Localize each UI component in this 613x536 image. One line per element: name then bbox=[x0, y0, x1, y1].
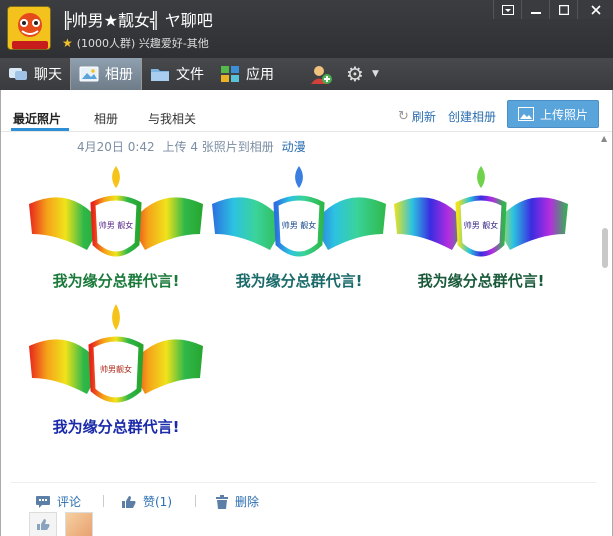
emblem-image: 帅男靓女 我为缘分总群代言! bbox=[29, 304, 203, 436]
emblem-caption: 我为缘分总群代言! bbox=[236, 272, 363, 290]
maximize-button[interactable] bbox=[549, 0, 577, 19]
active-tab-indicator bbox=[11, 128, 69, 131]
post-actions: 评论 赞(1) 删除 bbox=[11, 482, 596, 512]
divider bbox=[103, 495, 104, 507]
emblem-banner: 帅男 靓女 bbox=[282, 220, 317, 230]
minimize-button[interactable] bbox=[521, 0, 549, 19]
comment-label: 评论 bbox=[57, 495, 82, 509]
emblem-image: 帅男 靓女 我为缘分总群代言! bbox=[29, 166, 203, 290]
refresh-label: 刷新 bbox=[411, 110, 436, 124]
divider bbox=[195, 495, 196, 507]
close-button[interactable] bbox=[577, 0, 613, 19]
invite-member-button[interactable] bbox=[302, 58, 338, 90]
trash-icon bbox=[216, 494, 228, 509]
photo-thumbnail-4[interactable]: 帅男靓女 我为缘分总群代言! bbox=[27, 302, 205, 444]
post-album-link[interactable]: 动漫 bbox=[282, 140, 306, 154]
scroll-thumb[interactable] bbox=[602, 228, 608, 268]
chevron-down-icon: ▼ bbox=[372, 69, 379, 79]
emblem-banner: 帅男靓女 bbox=[100, 364, 132, 374]
photo-thumbnail-3[interactable]: 帅男 靓女 我为缘分总群代言! bbox=[392, 164, 570, 296]
emblem-caption: 我为缘分总群代言! bbox=[53, 272, 180, 290]
delete-button[interactable]: 删除 bbox=[215, 493, 259, 510]
tab-album-label: 相册 bbox=[105, 67, 133, 83]
tab-apps-label: 应用 bbox=[246, 67, 274, 83]
like-count-badge bbox=[29, 512, 57, 536]
post-meta: 4月20日 0:42 上传 4 张照片到相册 动漫 bbox=[77, 138, 306, 155]
comment-icon bbox=[36, 495, 50, 508]
tab-apps[interactable]: 应用 bbox=[212, 58, 282, 90]
group-avatar[interactable] bbox=[7, 6, 51, 50]
minimize-icon bbox=[530, 11, 541, 14]
chat-icon bbox=[8, 65, 28, 83]
refresh-button[interactable]: ↻ 刷新 bbox=[398, 108, 436, 125]
scroll-up-arrow-icon[interactable]: ▲ bbox=[601, 134, 607, 143]
comment-button[interactable]: 评论 bbox=[35, 493, 81, 510]
emblem-image: 帅男 靓女 我为缘分总群代言! bbox=[212, 166, 386, 290]
group-description: ★ (1000人群) 兴趣爱好-其他 bbox=[62, 35, 209, 51]
group-name: ╠帅男★靓女╣ ヤ聊吧 bbox=[62, 11, 213, 30]
settings-button[interactable]: ⚙ ▼ bbox=[338, 58, 387, 90]
group-toolbar: 聊天 相册 文件 应用 ⚙ ▼ bbox=[0, 58, 613, 90]
subtab-recent[interactable]: 最近照片 bbox=[13, 110, 61, 127]
post-text: 上传 4 张照片到相册 bbox=[162, 140, 274, 154]
tab-chat-label: 聊天 bbox=[34, 67, 62, 83]
refresh-icon: ↻ bbox=[398, 109, 409, 124]
group-desc-text: (1000人群) 兴趣爱好-其他 bbox=[76, 37, 209, 50]
like-button[interactable]: 赞(1) bbox=[121, 493, 172, 510]
menu-dropdown-button[interactable] bbox=[493, 0, 521, 19]
apps-grid-icon bbox=[220, 65, 240, 83]
upload-photo-button[interactable]: 上传照片 bbox=[507, 100, 599, 128]
like-label: 赞(1) bbox=[143, 495, 172, 509]
liker-avatar[interactable] bbox=[65, 512, 93, 536]
title-bar: ╠帅男★靓女╣ ヤ聊吧 ★ (1000人群) 兴趣爱好-其他 bbox=[0, 0, 613, 58]
emblem-caption: 我为缘分总群代言! bbox=[418, 272, 545, 290]
dropdown-menu-icon bbox=[501, 4, 514, 15]
add-user-icon bbox=[310, 65, 332, 84]
window-controls bbox=[493, 0, 613, 19]
album-panel: 最近照片 相册 与我相关 ↻ 刷新 创建相册 上传照片 4月20日 0:42 上… bbox=[0, 90, 613, 536]
emblem-image: 帅男 靓女 我为缘分总群代言! bbox=[394, 166, 568, 290]
liker-avatars bbox=[29, 512, 93, 536]
tab-album[interactable]: 相册 bbox=[70, 58, 142, 90]
thumbs-up-icon bbox=[122, 495, 136, 508]
upload-photo-icon bbox=[517, 107, 534, 121]
create-album-link[interactable]: 创建相册 bbox=[448, 108, 496, 125]
photo-thumbnail-1[interactable]: 帅男 靓女 我为缘分总群代言! bbox=[27, 164, 205, 296]
vertical-scrollbar[interactable]: ▲ bbox=[600, 132, 610, 536]
photo-thumbnail-2[interactable]: 帅男 靓女 我为缘分总群代言! bbox=[210, 164, 388, 296]
subtab-related[interactable]: 与我相关 bbox=[148, 110, 196, 127]
emblem-caption: 我为缘分总群代言! bbox=[53, 418, 180, 436]
post-time: 4月20日 0:42 bbox=[77, 140, 155, 154]
album-subtabs: 最近照片 相册 与我相关 ↻ 刷新 创建相册 上传照片 bbox=[1, 90, 612, 132]
folder-icon bbox=[150, 65, 170, 83]
thumbs-up-icon bbox=[37, 519, 50, 530]
photo-icon bbox=[79, 65, 99, 83]
star-icon: ★ bbox=[62, 36, 73, 50]
tab-files[interactable]: 文件 bbox=[142, 58, 212, 90]
photo-feed: 4月20日 0:42 上传 4 张照片到相册 动漫 帅男 靓女 我为缘分总群代言… bbox=[11, 132, 596, 536]
emblem-banner: 帅男 靓女 bbox=[99, 220, 134, 230]
gear-icon: ⚙ bbox=[346, 62, 364, 86]
maximize-icon bbox=[558, 4, 569, 15]
emblem-banner: 帅男 靓女 bbox=[464, 220, 499, 230]
upload-photo-label: 上传照片 bbox=[539, 107, 588, 122]
tab-files-label: 文件 bbox=[176, 67, 204, 83]
tab-chat[interactable]: 聊天 bbox=[0, 58, 70, 90]
delete-label: 删除 bbox=[235, 495, 260, 509]
close-icon bbox=[590, 4, 601, 15]
subtab-albums[interactable]: 相册 bbox=[94, 110, 118, 127]
